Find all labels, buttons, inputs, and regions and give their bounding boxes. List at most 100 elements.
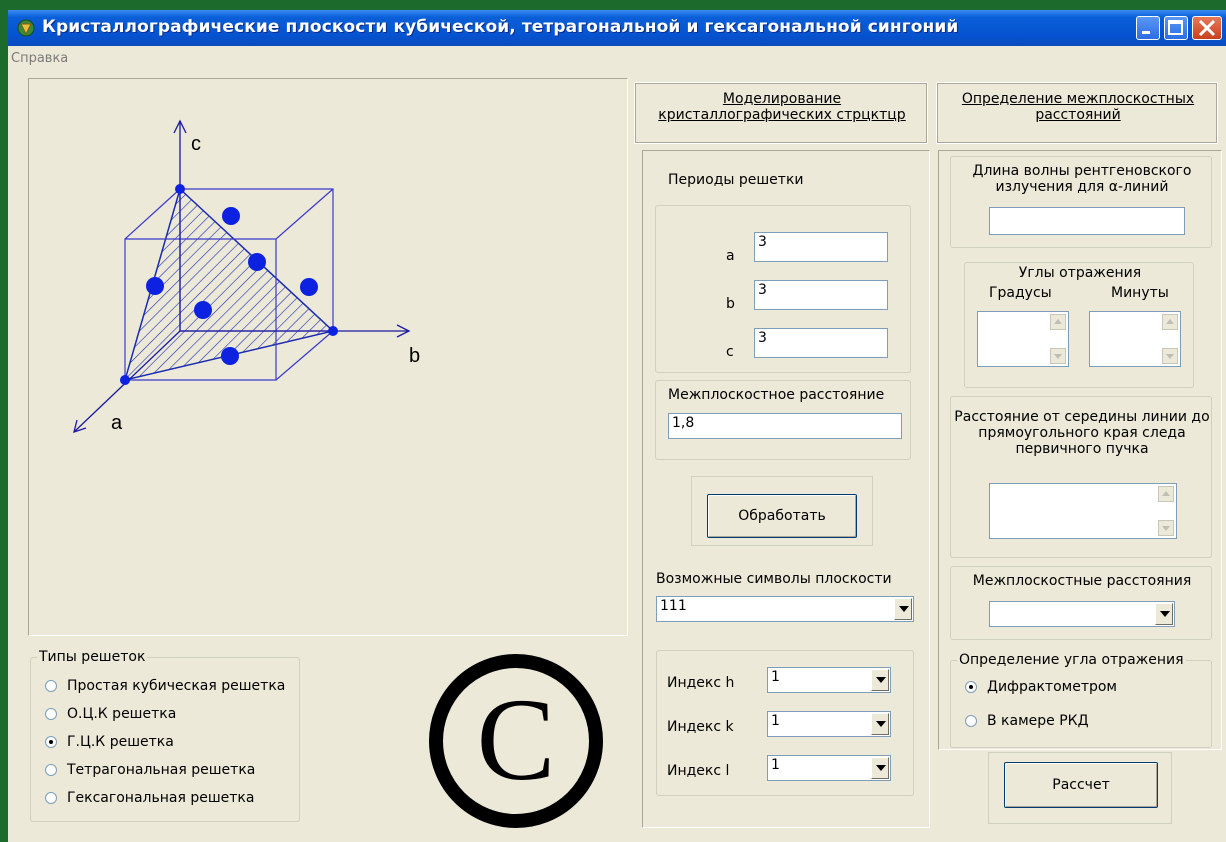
dropdown-arrow-icon[interactable] xyxy=(871,669,889,691)
lattice-types-title: Типы решеток xyxy=(37,649,148,665)
symbols-combo[interactable]: 111 xyxy=(656,596,914,622)
crystal-diagram: c b a xyxy=(73,119,420,434)
window-title: Кристаллографические плоскости кубическо… xyxy=(42,17,959,37)
title-bar: Кристаллографические плоскости кубическо… xyxy=(8,10,1226,46)
radio-label: В камере РКД xyxy=(987,713,1089,729)
a-input[interactable]: 3 xyxy=(754,232,888,262)
periods-group: a 3 b 3 c 3 xyxy=(655,205,911,373)
process-button[interactable]: Обработать xyxy=(707,494,857,538)
radio-label: Простая кубическая решетка xyxy=(67,678,286,694)
dropdown-arrow-icon[interactable] xyxy=(871,757,889,779)
index-h-combo[interactable]: 1 xyxy=(767,667,891,693)
radio-rkd-camera[interactable]: В камере РКД xyxy=(965,713,1089,729)
angles-group: Углы отражения Градусы Минуты xyxy=(964,262,1194,388)
radio-dot[interactable] xyxy=(965,715,977,727)
periods-title: Периоды решетки xyxy=(668,172,804,188)
modeling-header: Моделирование кристаллографических стрцк… xyxy=(658,91,906,123)
radio-dot[interactable] xyxy=(45,680,57,692)
radio-hexagonal[interactable]: Гексагональная решетка xyxy=(45,790,254,806)
radio-dot[interactable] xyxy=(45,792,57,804)
spacing-label: Межплоскостное расстояние xyxy=(668,387,885,403)
index-h-value: 1 xyxy=(771,669,780,685)
minutes-label: Минуты xyxy=(1111,285,1169,301)
dropdown-arrow-icon[interactable] xyxy=(894,598,912,620)
spacing-input[interactable]: 1,8 xyxy=(668,413,902,439)
degrees-label: Градусы xyxy=(989,285,1052,301)
index-k-combo[interactable]: 1 xyxy=(767,711,891,737)
symbols-label: Возможные символы плоскости xyxy=(656,571,892,587)
maximize-icon xyxy=(1168,20,1183,35)
index-l-combo[interactable]: 1 xyxy=(767,755,891,781)
wavelength-group: Длина волны рентгеновского излучения для… xyxy=(950,156,1212,248)
indices-group: Индекс h 1 Индекс k 1 Индекс l 1 xyxy=(656,650,914,796)
menu-help[interactable]: Справка xyxy=(11,51,68,66)
spacings-combo[interactable] xyxy=(989,601,1175,627)
close-icon xyxy=(1198,19,1216,37)
distance-group: Расстояние от середины линии до прямоуго… xyxy=(950,396,1212,558)
index-k-label: Индекс k xyxy=(667,719,734,735)
spin-down-icon[interactable] xyxy=(1050,348,1066,364)
diagram-panel: c b a xyxy=(28,78,628,636)
spin-down-icon[interactable] xyxy=(1162,348,1178,364)
modeling-header-panel: Моделирование кристаллографических стрцк… xyxy=(634,82,928,144)
radio-label: Тетрагональная решетка xyxy=(67,762,256,778)
radio-simple-cubic[interactable]: Простая кубическая решетка xyxy=(45,678,285,694)
index-k-value: 1 xyxy=(771,713,780,729)
c-input[interactable]: 3 xyxy=(754,328,888,358)
spin-up-icon[interactable] xyxy=(1050,314,1066,330)
angles-title: Углы отражения xyxy=(1018,265,1142,281)
index-l-value: 1 xyxy=(771,757,780,773)
index-h-label: Индекс h xyxy=(667,675,735,691)
dropdown-arrow-icon[interactable] xyxy=(1155,603,1173,625)
spacings-label: Межплоскостные расстояния xyxy=(972,573,1192,589)
c-label: c xyxy=(726,344,734,360)
wavelength-input[interactable] xyxy=(989,207,1185,235)
b-input[interactable]: 3 xyxy=(754,280,888,310)
axis-label-c: c xyxy=(191,133,201,155)
index-l-label: Индекс l xyxy=(667,763,730,779)
minutes-spinner[interactable] xyxy=(1089,311,1181,367)
radio-label: Дифрактометром xyxy=(987,679,1117,695)
radio-dot-selected[interactable] xyxy=(45,736,57,748)
spacings-group: Межплоскостные расстояния xyxy=(950,566,1212,640)
copyright-logo: C xyxy=(429,654,603,828)
degrees-spinner[interactable] xyxy=(977,311,1069,367)
copyright-letter: C xyxy=(477,674,556,805)
main-window: Кристаллографические плоскости кубическо… xyxy=(8,10,1226,842)
spin-up-icon[interactable] xyxy=(1162,314,1178,330)
radio-dot[interactable] xyxy=(45,708,57,720)
calc-button[interactable]: Рассчет xyxy=(1004,762,1158,808)
menu-bar: Справка xyxy=(8,46,1226,72)
a-label: a xyxy=(726,248,735,264)
spacing-group: Межплоскостное расстояние 1,8 xyxy=(655,380,911,460)
b-label: b xyxy=(726,296,735,312)
radio-bcc[interactable]: О.Ц.К решетка xyxy=(45,706,176,722)
radio-tetragonal[interactable]: Тетрагональная решетка xyxy=(45,762,255,778)
spacing-header-panel: Определение межплоскостных расстояний xyxy=(936,82,1218,144)
close-button[interactable] xyxy=(1192,16,1222,40)
wavelength-label: Длина волны рентгеновского излучения для… xyxy=(972,163,1192,195)
radio-diffractometer[interactable]: Дифрактометром xyxy=(965,679,1117,695)
radio-fcc[interactable]: Г.Ц.К решетка xyxy=(45,734,174,750)
distance-spinner[interactable] xyxy=(989,483,1177,539)
spin-down-icon[interactable] xyxy=(1158,520,1174,536)
axis-label-b: b xyxy=(409,345,420,367)
spin-up-icon[interactable] xyxy=(1158,486,1174,502)
angle-method-title: Определение угла отражения xyxy=(957,652,1186,668)
angle-method-group: Определение угла отражения Дифрактометро… xyxy=(950,652,1212,748)
dropdown-arrow-icon[interactable] xyxy=(871,713,889,735)
radio-label: Гексагональная решетка xyxy=(67,790,255,806)
app-icon xyxy=(17,19,35,37)
lattice-types-group: Типы решеток Простая кубическая решетка … xyxy=(30,649,300,822)
minimize-icon xyxy=(1142,31,1150,34)
radio-dot[interactable] xyxy=(45,764,57,776)
symbols-value: 111 xyxy=(660,598,687,614)
minimize-button[interactable] xyxy=(1136,16,1160,40)
radio-label: О.Ц.К решетка xyxy=(67,706,177,722)
radio-label: Г.Ц.К решетка xyxy=(67,734,174,750)
radio-dot-selected[interactable] xyxy=(965,681,977,693)
maximize-button[interactable] xyxy=(1164,16,1188,40)
axis-label-a: a xyxy=(111,412,123,434)
distance-label: Расстояние от середины линии до прямоуго… xyxy=(954,409,1210,457)
spacing-header: Определение межплоскостных расстояний xyxy=(961,91,1195,123)
